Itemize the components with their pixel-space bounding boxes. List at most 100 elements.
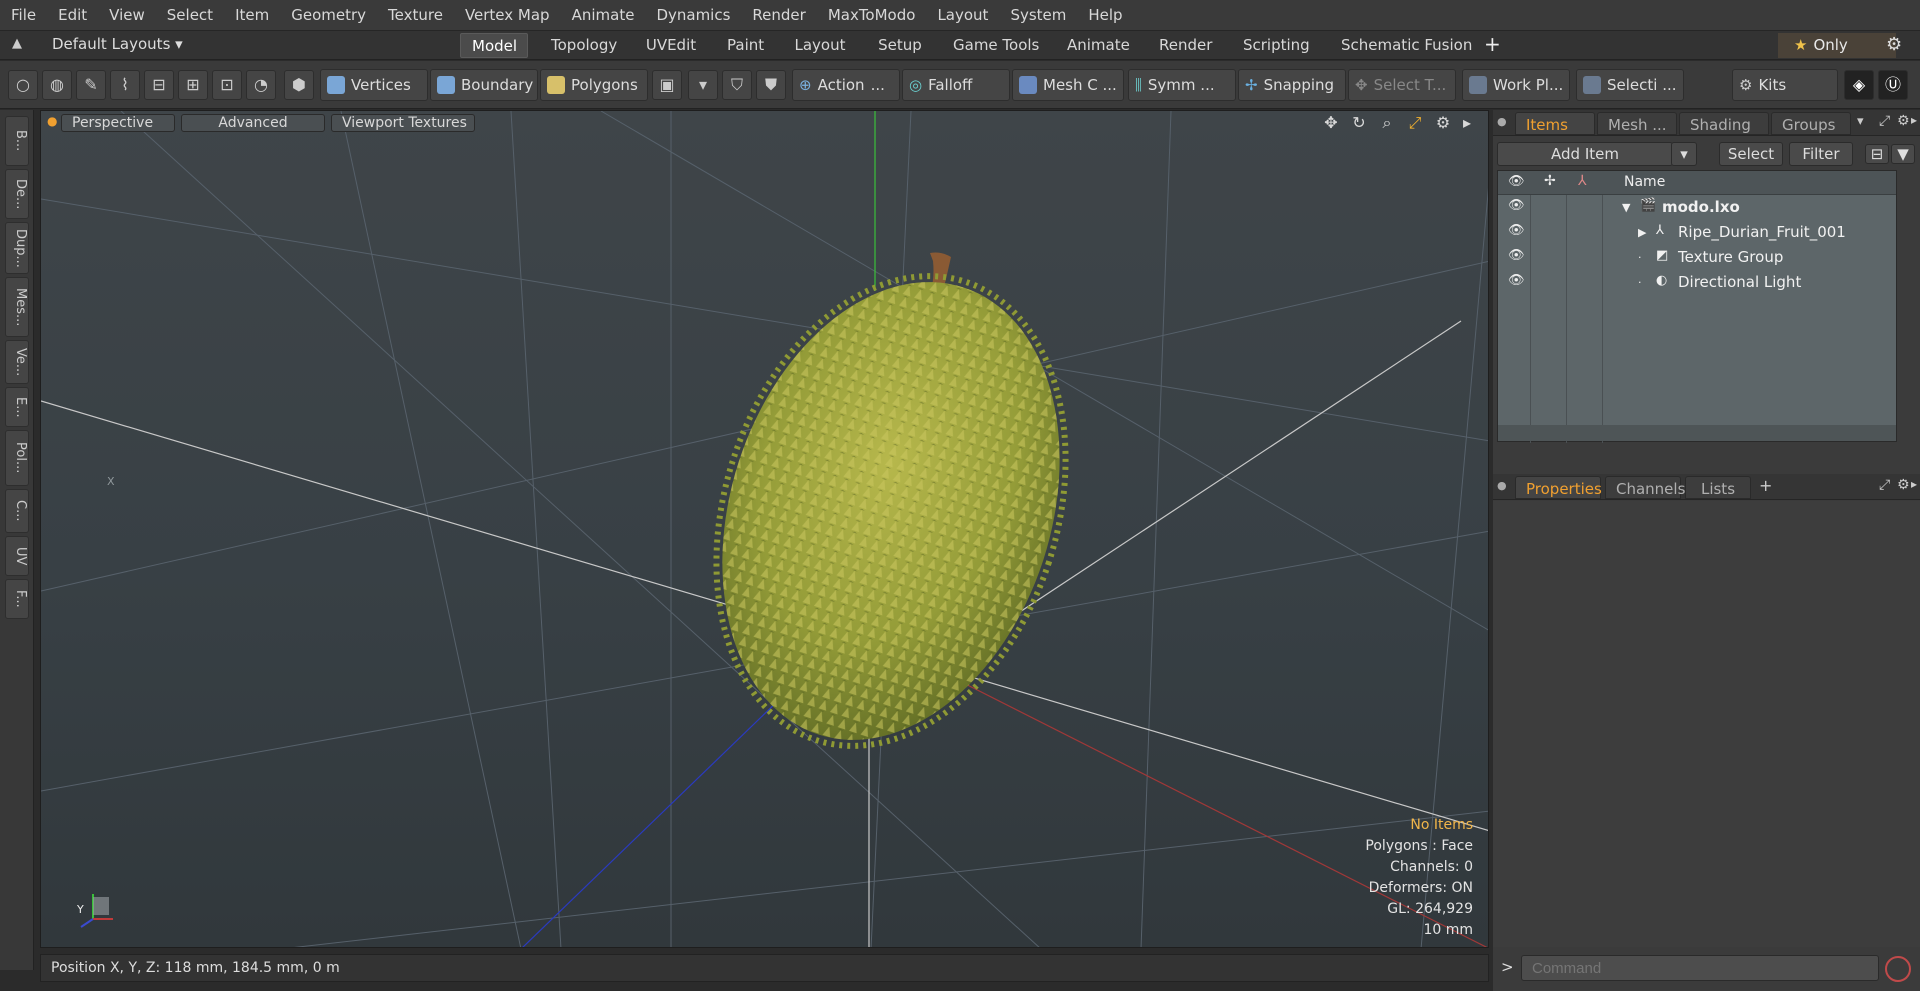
shield-alt-icon[interactable]: ⛊ <box>756 70 786 100</box>
menu-item-view[interactable]: View <box>98 6 156 24</box>
panel-menu-icon[interactable]: ● <box>1497 115 1507 128</box>
layout-tab-model[interactable]: Model <box>460 33 528 58</box>
collapse-all-icon[interactable]: ⊟ <box>1865 144 1889 164</box>
layout-tab-setup[interactable]: Setup <box>866 33 934 58</box>
name-column-header[interactable]: Name <box>1624 174 1665 190</box>
rotate-view-icon[interactable]: ↻ <box>1349 114 1369 132</box>
menu-item-geometry[interactable]: Geometry <box>280 6 377 24</box>
tab-channels[interactable]: Channels <box>1605 476 1685 499</box>
menu-item-texture[interactable]: Texture <box>377 6 454 24</box>
layout-tab-render[interactable]: Render <box>1148 33 1222 58</box>
3d-viewport[interactable]: Y X ● Perspective Advanced Viewport Text… <box>40 110 1489 948</box>
eye-icon[interactable]: 👁 <box>1508 273 1525 288</box>
tab-groups[interactable]: Groups <box>1771 112 1851 135</box>
left-tool-tab[interactable]: B... <box>5 116 29 166</box>
item-row[interactable]: 👁 ▼ 🎬 modo.lxo <box>1498 195 1896 220</box>
only-toggle[interactable]: ★ Only <box>1778 33 1896 58</box>
lasso-icon[interactable]: ⌇ <box>110 70 140 100</box>
layout-tab-paint[interactable]: Paint <box>716 33 774 58</box>
add-layout-tab-button[interactable]: + <box>1484 32 1501 56</box>
add-tab-button[interactable]: + <box>1759 476 1772 495</box>
layout-tab-scripting[interactable]: Scripting <box>1232 33 1320 58</box>
action-button[interactable]: ⊕ Action... <box>792 69 900 101</box>
cube-icon[interactable]: ▣ <box>652 70 682 100</box>
eye-icon[interactable]: 👁 <box>1508 248 1525 263</box>
mesh-constraint-button[interactable]: Mesh C ... <box>1012 69 1124 101</box>
globe-icon[interactable]: ◍ <box>42 70 72 100</box>
zoom-view-icon[interactable]: ⌕ <box>1377 114 1397 132</box>
menu-item-file[interactable]: File <box>0 6 47 24</box>
collapse-icon[interactable]: ▲ <box>12 36 22 51</box>
visibility-column-icon[interactable]: 👁 <box>1508 174 1525 189</box>
eye-icon[interactable]: 👁 <box>1508 198 1525 213</box>
viewport-expand-icon[interactable]: ▸ <box>1457 114 1477 132</box>
shield-icon[interactable]: ⛉ <box>722 70 752 100</box>
work-plane-button[interactable]: Work Pl... <box>1462 69 1570 101</box>
transform-icon[interactable]: ⊞ <box>178 70 208 100</box>
left-tool-tab[interactable]: F... <box>5 579 29 619</box>
polygons-button[interactable]: Polygons <box>540 69 648 101</box>
panel-expand-icon[interactable]: ▸ <box>1911 477 1917 491</box>
layout-tab-uvedit[interactable]: UVEdit <box>634 33 708 58</box>
move-view-icon[interactable]: ✥ <box>1321 114 1341 132</box>
snapping-button[interactable]: ✢ Snapping <box>1238 69 1346 101</box>
undock-icon[interactable]: ⤢ <box>1879 113 1890 129</box>
frame-icon[interactable]: ⊡ <box>212 70 242 100</box>
viewport-textures-dropdown[interactable]: Viewport Textures <box>331 114 475 132</box>
panel-gear-icon[interactable]: ⚙ <box>1897 113 1910 129</box>
collapsed-arrow-icon[interactable]: ▶ <box>1638 226 1646 239</box>
undock-icon[interactable]: ⤢ <box>1879 477 1890 493</box>
panel-gear-icon[interactable]: ⚙ <box>1897 477 1910 493</box>
unity-icon[interactable]: ◈ <box>1844 70 1874 100</box>
panel-menu-icon[interactable]: ● <box>1497 479 1507 492</box>
filter-button[interactable]: Filter <box>1789 142 1853 166</box>
item-row[interactable]: 👁 · ◐ Directional Light <box>1498 270 1896 295</box>
advanced-dropdown[interactable]: Advanced <box>181 114 325 132</box>
command-input[interactable] <box>1521 955 1879 981</box>
tab-items[interactable]: Items <box>1515 112 1595 135</box>
viewport-settings-icon[interactable]: ⚙ <box>1433 114 1453 132</box>
tab-mesh[interactable]: Mesh ... <box>1597 112 1677 135</box>
layout-tab-schematic-fusion[interactable]: Schematic Fusion <box>1330 33 1476 58</box>
selection-sets-button[interactable]: Selecti ... <box>1576 69 1684 101</box>
menu-item-item[interactable]: Item <box>224 6 280 24</box>
item-row[interactable]: 👁 ▶ ⅄ Ripe_Durian_Fruit_001 <box>1498 220 1896 245</box>
panel-expand-icon[interactable]: ▸ <box>1911 113 1917 127</box>
perspective-dropdown[interactable]: Perspective <box>61 114 175 132</box>
chevron-down-icon[interactable]: ▾ <box>688 70 718 100</box>
circle-select-icon[interactable]: ○ <box>8 70 38 100</box>
add-item-dropdown-icon[interactable]: ▾ <box>1671 142 1697 166</box>
layout-tab-layout[interactable]: Layout <box>780 33 860 58</box>
add-item-button[interactable]: Add Item <box>1497 142 1673 166</box>
menu-item-edit[interactable]: Edit <box>47 6 98 24</box>
align-icon[interactable]: ⊟ <box>144 70 174 100</box>
left-tool-tab[interactable]: Dup... <box>5 222 29 274</box>
pen-icon[interactable]: ✎ <box>76 70 106 100</box>
menu-item-select[interactable]: Select <box>156 6 224 24</box>
items-hscrollbar[interactable] <box>1498 425 1896 441</box>
layout-dropdown[interactable]: Default Layouts ▾ <box>52 35 183 53</box>
symmetry-button[interactable]: ⫼ Symm ... <box>1128 69 1236 101</box>
vertices-button[interactable]: Vertices <box>320 69 428 101</box>
left-tool-tab[interactable]: E... <box>5 387 29 427</box>
viewport-menu-dot-icon[interactable]: ● <box>47 114 57 128</box>
tab-lists[interactable]: Lists <box>1685 476 1751 499</box>
menu-item-help[interactable]: Help <box>1077 6 1133 24</box>
layout-tab-topology[interactable]: Topology <box>540 33 626 58</box>
layout-tab-game-tools[interactable]: Game Tools <box>942 33 1048 58</box>
left-tool-tab[interactable]: UV <box>5 536 29 576</box>
select-through-button[interactable]: ✥ Select T... <box>1348 69 1456 101</box>
menu-item-render[interactable]: Render <box>741 6 816 24</box>
menu-item-layout[interactable]: Layout <box>926 6 999 24</box>
lock-column-icon[interactable]: ✢ <box>1544 173 1556 189</box>
layout-tab-animate[interactable]: Animate <box>1056 33 1140 58</box>
circle-icon[interactable]: ◔ <box>246 70 276 100</box>
left-tool-tab[interactable]: De... <box>5 169 29 219</box>
left-tool-tab[interactable]: Pol... <box>5 430 29 486</box>
kits-button[interactable]: ⚙ Kits <box>1732 69 1838 101</box>
item-mode-icon[interactable]: ⬢ <box>284 70 314 100</box>
menu-item-system[interactable]: System <box>999 6 1077 24</box>
item-row[interactable]: 👁 · ◩ Texture Group <box>1498 245 1896 270</box>
left-tool-tab[interactable]: C... <box>5 489 29 533</box>
chevron-down-icon[interactable]: ▾ <box>1857 114 1864 129</box>
